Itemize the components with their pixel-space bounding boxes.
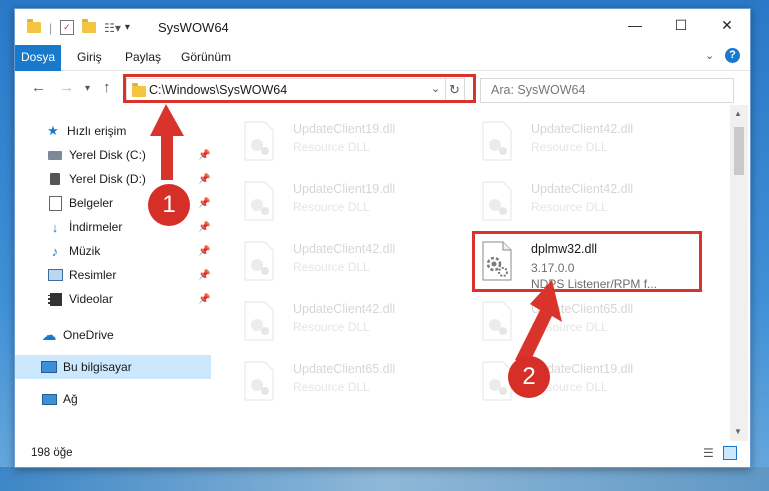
annotation-arrows (150, 104, 562, 366)
arrow-up-icon-2 (515, 280, 562, 366)
step-badge-2: 2 (508, 356, 550, 398)
arrow-up-icon-1 (150, 104, 184, 180)
step-badge-1: 1 (148, 184, 190, 226)
